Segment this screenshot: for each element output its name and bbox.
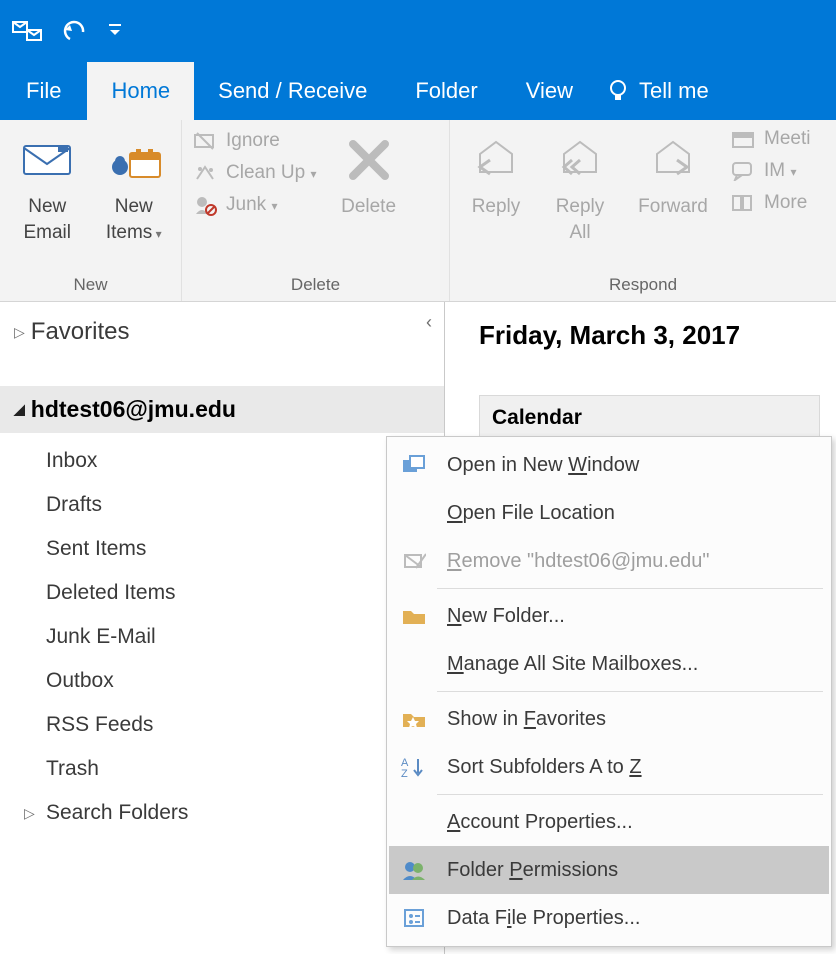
cm-show-in-favorites[interactable]: Show in Favorites	[389, 695, 829, 743]
undo-icon[interactable]	[62, 20, 88, 42]
cm-data-file-properties[interactable]: Data File Properties...	[389, 894, 829, 942]
folder-drafts[interactable]: Drafts	[0, 483, 444, 527]
new-items-icon	[106, 132, 162, 188]
ribbon-group-respond: Reply Reply All Forward Meeti IM ▾	[450, 120, 836, 301]
folder-sent[interactable]: Sent Items	[0, 527, 444, 571]
reply-button[interactable]: Reply	[460, 126, 532, 220]
envelope-icon	[22, 132, 72, 188]
im-button[interactable]: IM ▾	[730, 160, 810, 182]
account-header[interactable]: ◢ hdtest06@jmu.edu	[0, 386, 444, 433]
clean-up-button[interactable]: Clean Up ▾	[192, 162, 317, 184]
group-label-respond: Respond	[460, 271, 826, 301]
ignore-icon	[192, 130, 218, 152]
sort-az-icon: AZ	[397, 752, 431, 782]
ribbon: New Email New Items ▾ New Ignore Clean U…	[0, 120, 836, 302]
collapse-pane-icon[interactable]: ‹	[426, 312, 432, 333]
cm-separator	[437, 794, 823, 795]
favorites-header[interactable]: ▷ Favorites	[0, 310, 444, 354]
reply-all-button[interactable]: Reply All	[544, 126, 616, 245]
cm-new-folder[interactable]: New Folder...	[389, 592, 829, 640]
new-email-button[interactable]: New Email	[10, 126, 85, 245]
send-receive-qat-icon[interactable]	[12, 17, 44, 45]
folder-trash[interactable]: Trash	[0, 747, 444, 791]
meeting-icon	[730, 128, 756, 150]
forward-button[interactable]: Forward	[628, 126, 718, 220]
svg-text:Z: Z	[401, 768, 408, 778]
folder-inbox[interactable]: Inbox	[0, 439, 444, 483]
people-icon	[397, 855, 431, 885]
tab-view[interactable]: View	[502, 62, 597, 120]
cm-sort-subfolders[interactable]: AZ Sort Subfolders A to Z	[389, 743, 829, 791]
tab-send-receive[interactable]: Send / Receive	[194, 62, 391, 120]
reply-icon	[472, 132, 520, 188]
qat-customize-icon[interactable]	[108, 21, 122, 41]
group-label-new: New	[10, 271, 171, 301]
junk-icon	[192, 194, 218, 216]
calendar-section-header[interactable]: Calendar	[479, 395, 820, 441]
cm-remove-account: Remove "hdtest06@jmu.edu"	[389, 537, 829, 585]
caret-right-icon: ▷	[14, 324, 25, 341]
new-items-button[interactable]: New Items ▾	[97, 126, 172, 245]
delete-button[interactable]: Delete	[329, 126, 409, 220]
reply-all-icon	[556, 132, 604, 188]
tab-folder[interactable]: Folder	[391, 62, 501, 120]
more-icon	[730, 192, 756, 214]
more-respond-button[interactable]: More	[730, 192, 810, 214]
ribbon-group-delete: Ignore Clean Up ▾ Junk ▾ Delete Delete	[182, 120, 450, 301]
remove-icon	[397, 546, 431, 576]
forward-icon	[649, 132, 697, 188]
ribbon-tabs: File Home Send / Receive Folder View Tel…	[0, 62, 836, 120]
cm-folder-permissions[interactable]: Folder Permissions	[389, 846, 829, 894]
tab-file[interactable]: File	[0, 62, 87, 120]
meeting-button[interactable]: Meeti	[730, 128, 810, 150]
tab-home[interactable]: Home	[87, 62, 194, 120]
folder-outbox[interactable]: Outbox	[0, 659, 444, 703]
properties-icon	[397, 903, 431, 933]
delete-x-icon	[347, 132, 391, 188]
ignore-button[interactable]: Ignore	[192, 130, 317, 152]
folder-search[interactable]: ▷ Search Folders	[0, 791, 444, 835]
blank-icon	[397, 649, 431, 679]
ribbon-group-new: New Email New Items ▾ New	[0, 120, 182, 301]
clean-up-icon	[192, 162, 218, 184]
junk-button[interactable]: Junk ▾	[192, 194, 317, 216]
cm-open-file-location[interactable]: Open File Location	[389, 489, 829, 537]
blank-icon	[397, 498, 431, 528]
group-label-delete: Delete	[192, 271, 439, 301]
cm-manage-mailboxes[interactable]: Manage All Site Mailboxes...	[389, 640, 829, 688]
context-menu: Open in New Window Open File Location Re…	[386, 436, 832, 947]
open-window-icon	[397, 450, 431, 480]
folder-deleted[interactable]: Deleted Items	[0, 571, 444, 615]
date-heading: Friday, March 3, 2017	[479, 320, 820, 351]
folder-pane: ‹ ▷ Favorites ◢ hdtest06@jmu.edu Inbox D…	[0, 302, 445, 954]
caret-right-icon: ▷	[24, 805, 38, 822]
im-icon	[730, 160, 756, 182]
favorites-folder-icon	[397, 704, 431, 734]
folder-list: Inbox Drafts Sent Items Deleted Items Ju…	[0, 433, 444, 841]
cm-open-new-window[interactable]: Open in New Window	[389, 441, 829, 489]
title-bar	[0, 0, 836, 62]
blank-icon	[397, 807, 431, 837]
folder-rss[interactable]: RSS Feeds	[0, 703, 444, 747]
tab-tell-me[interactable]: Tell me	[597, 62, 733, 120]
folder-junk[interactable]: Junk E-Mail	[0, 615, 444, 659]
cm-separator	[437, 588, 823, 589]
lightbulb-icon	[607, 78, 629, 104]
caret-down-icon: ◢	[14, 401, 25, 418]
cm-separator	[437, 691, 823, 692]
folder-icon	[397, 601, 431, 631]
cm-account-properties[interactable]: Account Properties...	[389, 798, 829, 846]
